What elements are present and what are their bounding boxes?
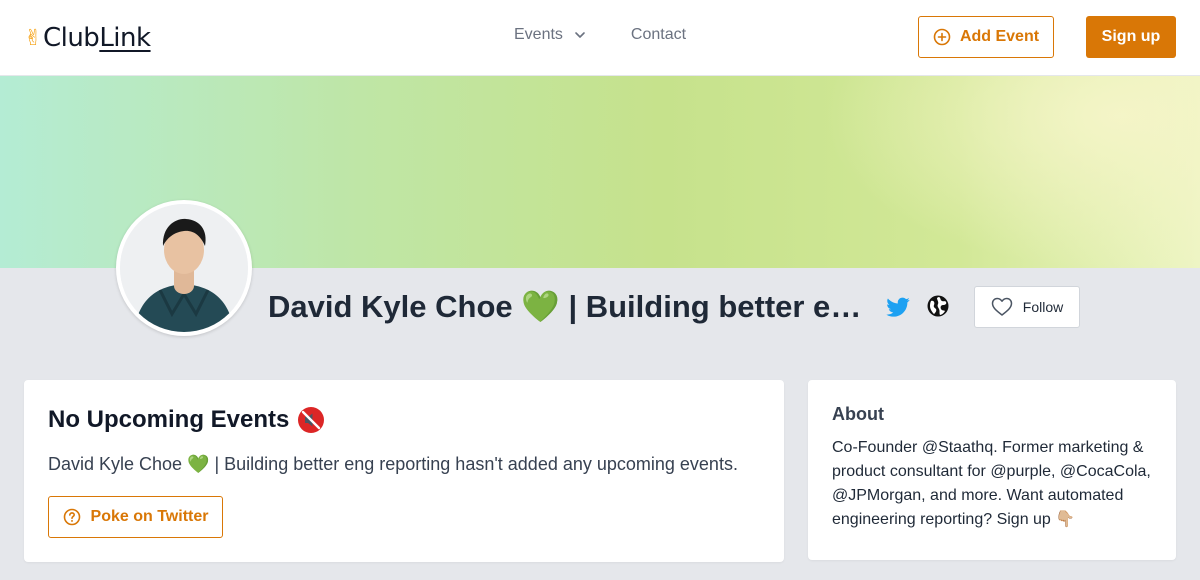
muted-speaker-icon — [298, 407, 325, 433]
twitter-profile-link[interactable] — [884, 293, 912, 321]
events-title-text: No Upcoming Events — [48, 406, 290, 433]
logo-text-club: Club — [42, 23, 100, 53]
follow-button[interactable]: Follow — [974, 286, 1080, 328]
nav-contact-label: Contact — [630, 26, 687, 43]
about-card-body: Co-Founder @Staathq. Former marketing & … — [832, 439, 1151, 528]
about-card: About Co-Founder @Staathq. Former market… — [808, 380, 1176, 560]
website-link[interactable] — [926, 294, 950, 318]
profile-avatar — [116, 200, 252, 336]
chevron-down-icon — [575, 32, 585, 38]
question-circle-icon — [63, 508, 80, 526]
add-event-button[interactable]: Add Event — [918, 16, 1054, 58]
globe-icon — [927, 295, 949, 317]
plus-circle-icon — [933, 28, 951, 46]
avatar-illustration — [120, 204, 248, 332]
logo-text-link: Link — [99, 23, 151, 53]
twitter-icon — [886, 297, 910, 317]
events-card-title: No Upcoming Events — [48, 404, 325, 436]
sign-up-label: Sign up — [1101, 28, 1161, 45]
victory-hand-icon: ✌ — [24, 25, 42, 51]
profile-name: David Kyle Choe 💚 | Building better eng.… — [268, 289, 868, 324]
poke-on-twitter-label: Poke on Twitter — [90, 508, 209, 525]
main-nav: Events Contact — [514, 26, 686, 44]
nav-events-label: Events — [514, 26, 563, 43]
sign-up-button[interactable]: Sign up — [1086, 16, 1176, 58]
add-event-label: Add Event — [959, 28, 1040, 45]
avatar-photo — [120, 204, 248, 332]
heart-icon — [991, 297, 1013, 316]
poke-on-twitter-button[interactable]: Poke on Twitter — [48, 496, 223, 538]
upcoming-events-card: No Upcoming Events David Kyle Choe 💚 | B… — [24, 380, 784, 562]
about-card-title: About — [832, 404, 884, 424]
follow-label: Follow — [1022, 299, 1064, 315]
clublink-logo[interactable]: ✌ Club Link — [24, 20, 151, 56]
events-card-description: David Kyle Choe 💚 | Building better eng … — [48, 454, 738, 474]
top-navbar: ✌ Club Link Events Contact Add Event Sig… — [0, 0, 1200, 76]
nav-events-dropdown[interactable]: Events — [514, 26, 587, 44]
nav-contact-link[interactable]: Contact — [631, 26, 686, 44]
